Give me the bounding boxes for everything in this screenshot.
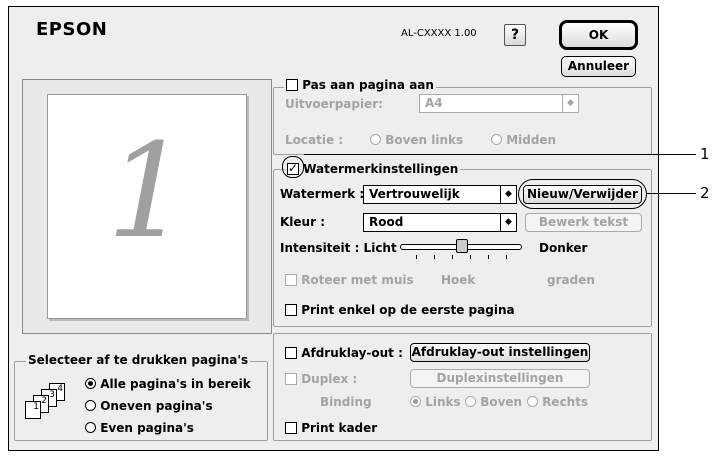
- print-frame-option[interactable]: Print kader: [285, 421, 377, 435]
- callout-number-2: 2: [700, 184, 710, 202]
- select-arrows-icon: ◆: [500, 186, 516, 203]
- print-layout-settings-button[interactable]: Afdruklay-out instellingen: [410, 343, 590, 362]
- radio-icon: [410, 396, 421, 407]
- print-layout-option[interactable]: Afdruklay-out :: [285, 346, 403, 360]
- callout-circle-2: [518, 179, 647, 209]
- radio-icon: [491, 134, 502, 145]
- color-select[interactable]: Rood ◆: [363, 213, 517, 232]
- watermark-value: Vertrouwelijk: [369, 187, 460, 201]
- fit-to-page-label: Pas aan pagina aan: [302, 78, 434, 92]
- intensity-label: Intensiteit : Licht: [280, 241, 397, 255]
- binding-label: Binding: [320, 395, 372, 409]
- watermark-label: Watermerkinstellingen: [303, 162, 459, 176]
- rotate-checkbox[interactable]: [285, 274, 297, 286]
- first-page-checkbox[interactable]: [285, 304, 297, 316]
- intensity-dark-label: Donker: [539, 241, 588, 255]
- fit-to-page-checkbox[interactable]: [286, 79, 298, 91]
- location-option-center[interactable]: Midden: [491, 133, 556, 147]
- preview-paper: 1: [47, 94, 247, 319]
- edit-text-button[interactable]: Bewerk tekst: [525, 213, 642, 232]
- page-preview: 1: [22, 79, 272, 334]
- fit-to-page-option[interactable]: Pas aan pagina aan: [284, 78, 436, 92]
- duplex-option[interactable]: Duplex :: [285, 372, 357, 386]
- dialog-window: EPSON AL-CXXXX 1.00 ? OK Annuleer 1 Pas …: [8, 6, 659, 451]
- rotate-with-mouse-option[interactable]: Roteer met muis: [285, 273, 414, 287]
- help-button[interactable]: ?: [504, 24, 526, 46]
- radio-icon: [85, 378, 96, 389]
- page-option-odd[interactable]: Oneven pagina's: [85, 399, 213, 413]
- callout-circle-1: [282, 156, 304, 178]
- first-page-only-option[interactable]: Print enkel op de eerste pagina: [285, 303, 515, 317]
- select-arrows-icon: ◆: [500, 214, 516, 231]
- radio-icon: [85, 422, 96, 433]
- callout-line-2: [646, 193, 696, 194]
- print-frame-checkbox[interactable]: [285, 422, 297, 434]
- intensity-slider[interactable]: [400, 239, 522, 261]
- output-paper-label: Uitvoerpapier:: [285, 97, 383, 111]
- duplex-checkbox[interactable]: [285, 373, 297, 385]
- watermark-type-label: Watermerk :: [280, 187, 365, 201]
- brand-logo: EPSON: [36, 19, 108, 40]
- preview-page-number: 1: [106, 115, 190, 267]
- watermark-option[interactable]: Watermerkinstellingen: [285, 161, 461, 176]
- location-option-top-left[interactable]: Boven links: [370, 133, 463, 147]
- degrees-label: graden: [547, 273, 595, 287]
- radio-icon: [85, 400, 96, 411]
- pages-stack-icon: 4 3 2 1: [21, 383, 81, 423]
- color-value: Rood: [369, 215, 404, 229]
- cancel-button[interactable]: Annuleer: [561, 56, 636, 77]
- radio-icon: [465, 396, 476, 407]
- print-layout-checkbox[interactable]: [285, 347, 297, 359]
- angle-label: Hoek: [441, 273, 476, 287]
- color-label: Kleur :: [280, 215, 325, 229]
- radio-icon: [370, 134, 381, 145]
- location-label: Locatie :: [285, 133, 344, 147]
- radio-icon: [527, 396, 538, 407]
- page-select-title: Selecteer af te drukken pagina's: [26, 353, 251, 367]
- version-label: AL-CXXXX 1.00: [401, 28, 477, 39]
- output-paper-select[interactable]: A4 ◆: [419, 94, 579, 113]
- select-arrows-icon: ◆: [562, 95, 578, 112]
- binding-option-left[interactable]: Links: [410, 395, 461, 409]
- binding-option-top[interactable]: Boven: [465, 395, 522, 409]
- binding-option-right[interactable]: Rechts: [527, 395, 588, 409]
- callout-line-1: [304, 154, 696, 155]
- page-option-even[interactable]: Even pagina's: [85, 421, 194, 435]
- page-option-all[interactable]: Alle pagina's in bereik: [85, 377, 251, 391]
- callout-number-1: 1: [700, 145, 710, 163]
- duplex-settings-button[interactable]: Duplexinstellingen: [410, 369, 590, 388]
- output-paper-value: A4: [425, 96, 443, 110]
- watermark-select[interactable]: Vertrouwelijk ◆: [363, 185, 517, 204]
- slider-thumb[interactable]: [456, 239, 468, 253]
- ok-button[interactable]: OK: [559, 20, 638, 50]
